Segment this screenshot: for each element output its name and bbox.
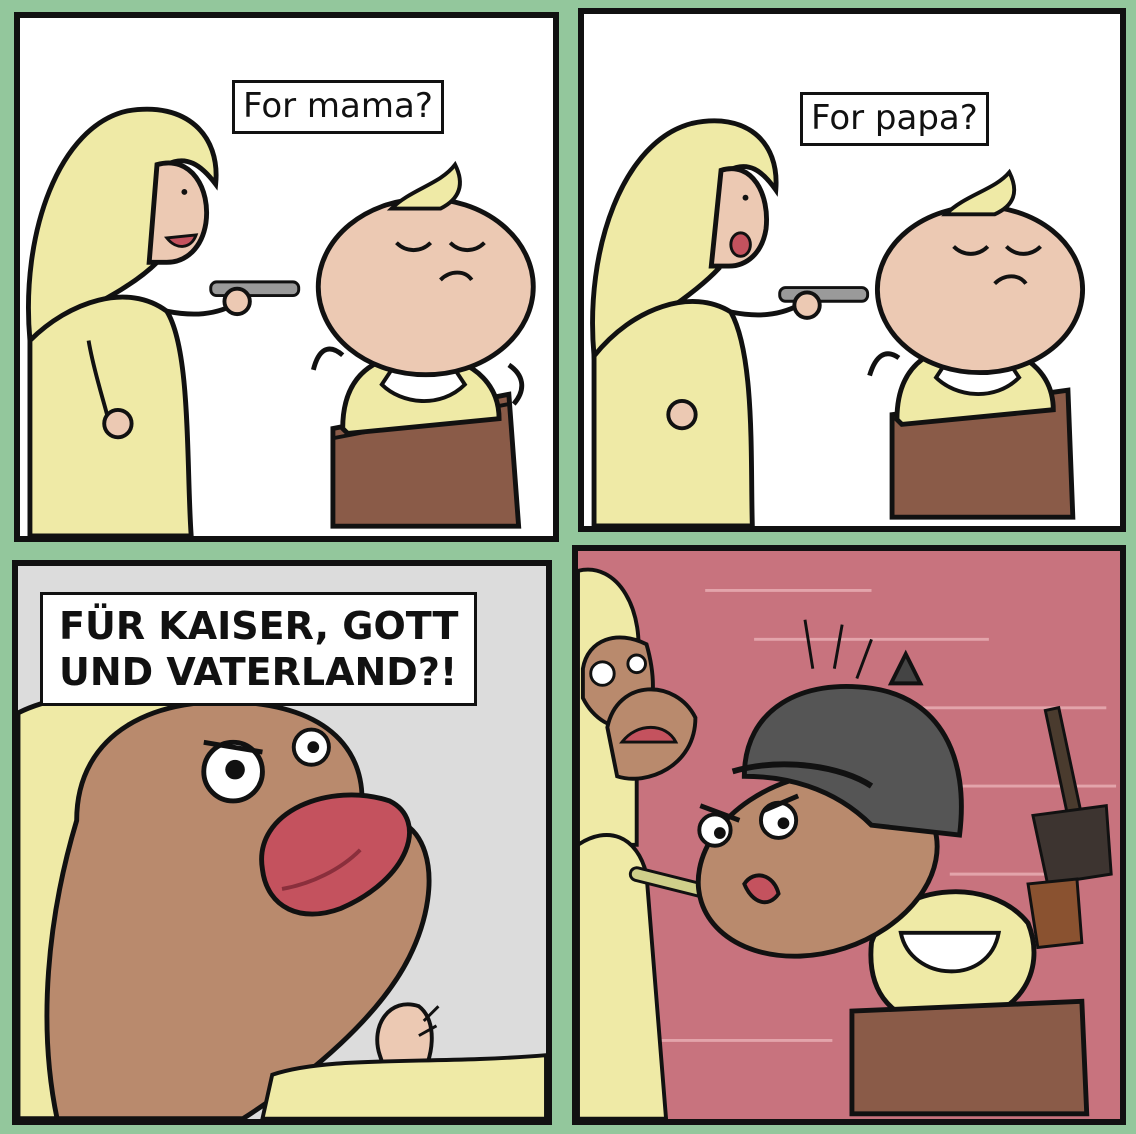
comic-panel-1: For mama? xyxy=(14,12,559,542)
comic-panel-2: For papa? xyxy=(578,8,1126,532)
panel-4-illustration xyxy=(578,567,1117,1119)
comic-panel-4 xyxy=(572,545,1126,1125)
panel-1-caption: For mama? xyxy=(232,80,444,134)
panel-2-illustration xyxy=(590,118,1086,526)
comic-panel-3: FÜR KAISER, GOTT UND VATERLAND?! xyxy=(12,560,552,1125)
panel-3-caption: FÜR KAISER, GOTT UND VATERLAND?! xyxy=(40,592,478,706)
panel-2-caption: For papa? xyxy=(800,92,989,146)
